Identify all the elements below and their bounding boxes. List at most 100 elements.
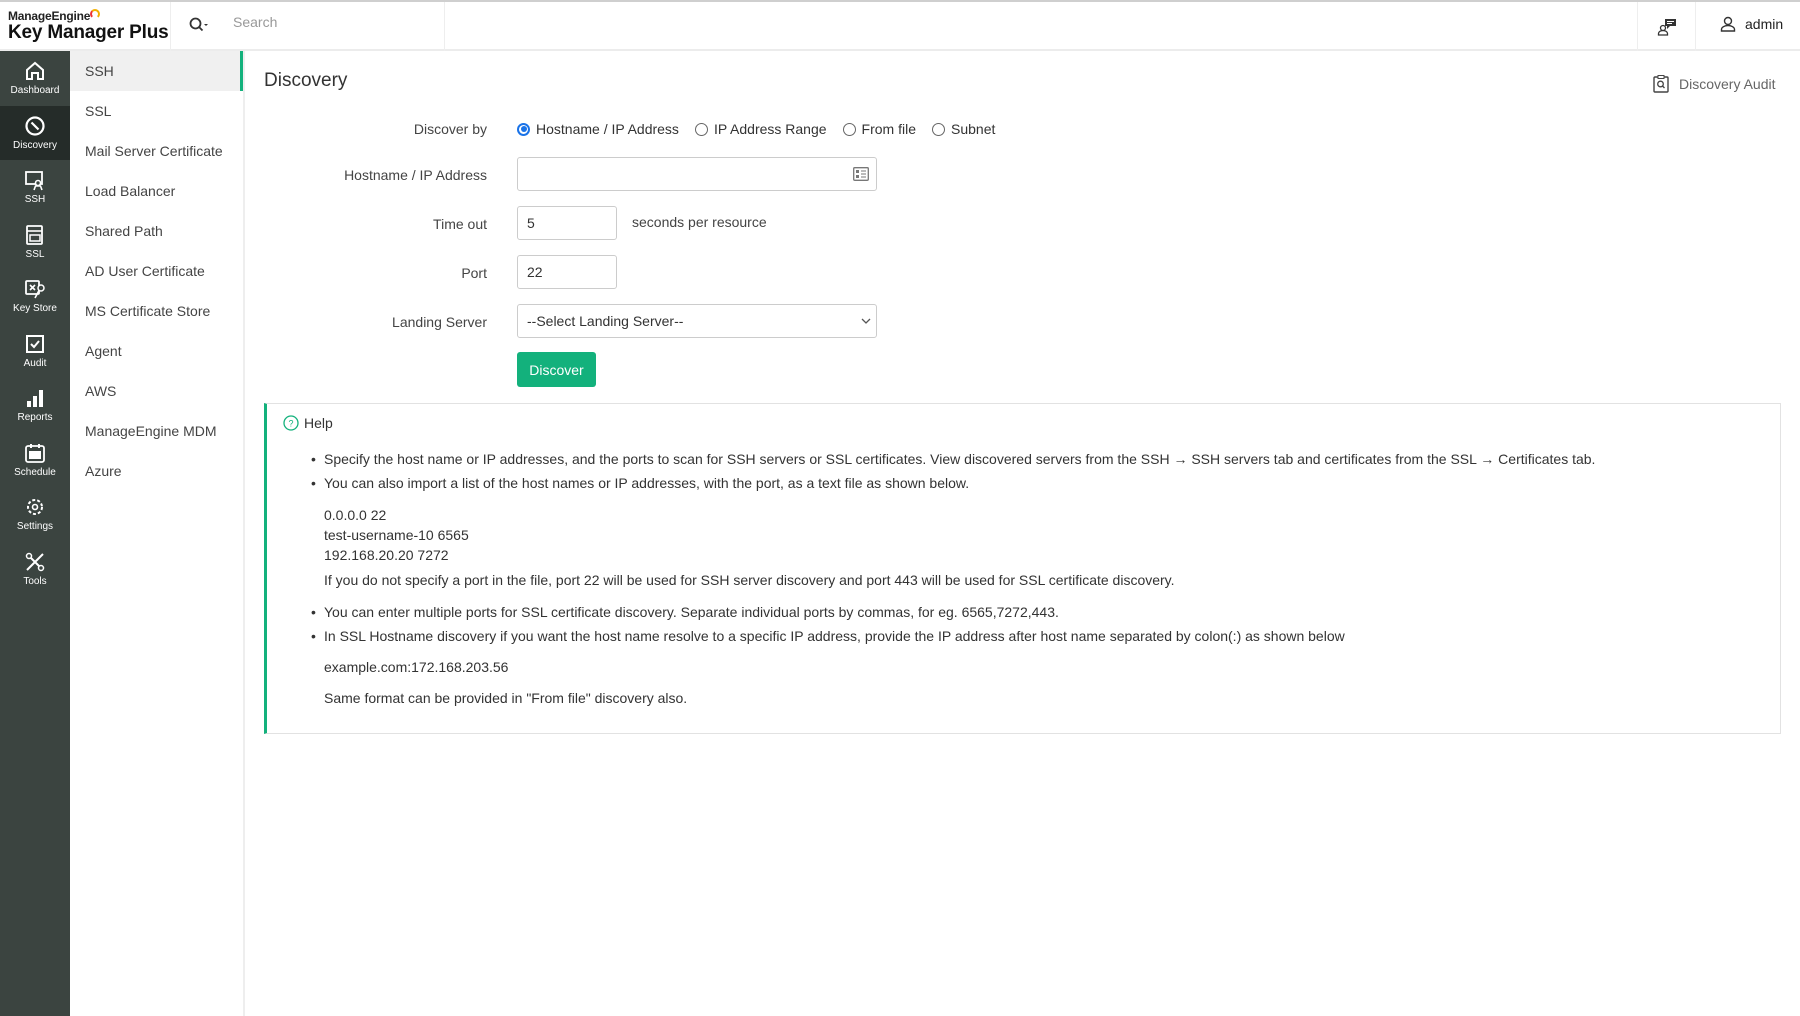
help-bullet: You can also import a list of the host n…: [311, 475, 969, 491]
nav-discovery[interactable]: Discovery: [0, 105, 70, 160]
radio-unchecked-icon: [842, 122, 856, 136]
submenu-agent[interactable]: Agent: [70, 331, 243, 371]
username: admin: [1745, 16, 1784, 32]
radio-hostname-ip[interactable]: Hostname / IP Address: [517, 121, 679, 137]
page-title: Discovery: [264, 70, 348, 91]
help-header: ? Help: [283, 415, 333, 431]
submenu-load-balancer[interactable]: Load Balancer: [70, 171, 243, 211]
nav-label: Tools: [23, 575, 47, 587]
ssl-icon: [26, 224, 43, 245]
radio-unchecked-icon: [694, 122, 708, 136]
radio-label: Subnet: [951, 121, 996, 137]
compass-icon: [25, 116, 45, 136]
user-icon: [1720, 16, 1736, 32]
landing-server-select[interactable]: --Select Landing Server--: [517, 304, 877, 338]
nav-key-store[interactable]: Key Store: [0, 269, 70, 324]
logo-arc-icon: [90, 9, 100, 19]
home-icon: [26, 61, 44, 81]
search-input[interactable]: [233, 14, 433, 30]
timeout-input[interactable]: 5: [517, 206, 617, 240]
submenu-mail-server-certificate[interactable]: Mail Server Certificate: [70, 131, 243, 171]
nav-schedule[interactable]: Schedule: [0, 433, 70, 488]
help-bullet: You can enter multiple ports for SSL cer…: [311, 604, 1059, 620]
help-icon: ?: [283, 415, 299, 431]
nav-dashboard[interactable]: Dashboard: [0, 51, 70, 106]
discovery-audit-label: Discovery Audit: [1679, 76, 1776, 92]
nav-label: Audit: [23, 357, 47, 369]
nav-label: SSL: [25, 248, 45, 260]
hostname-label: Hostname / IP Address: [344, 167, 487, 183]
address-book-icon[interactable]: [853, 167, 869, 181]
submenu-shared-path[interactable]: Shared Path: [70, 211, 243, 251]
nav-ssh[interactable]: SSH: [0, 160, 70, 215]
radio-label: IP Address Range: [713, 121, 827, 137]
help-bullet: Specify the host name or IP addresses, a…: [311, 451, 1595, 467]
clipboard-search-icon: [1653, 75, 1669, 93]
submenu-manageengine-mdm[interactable]: ManageEngine MDM: [70, 411, 243, 451]
svg-text:?: ?: [288, 419, 293, 429]
help-panel: ? Help Specify the host name or IP addre…: [264, 403, 1781, 734]
help-example-line: example.com:172.168.203.56: [324, 659, 509, 675]
audit-icon: [26, 334, 44, 353]
discover-by-radio-group: Hostname / IP Address IP Address Range F…: [517, 121, 995, 137]
key-store-icon: [25, 280, 45, 299]
nav-audit[interactable]: Audit: [0, 324, 70, 379]
nav-label: Discovery: [13, 139, 57, 151]
nav-reports[interactable]: Reports: [0, 378, 70, 433]
submenu-azure[interactable]: Azure: [70, 451, 243, 491]
gear-icon: [27, 499, 43, 516]
nav-label: Settings: [16, 521, 54, 533]
nav-tools[interactable]: Tools: [0, 542, 70, 597]
nav-label: SSH: [24, 194, 46, 206]
search-icon[interactable]: [189, 17, 209, 38]
discover-button[interactable]: Discover: [517, 352, 596, 387]
submenu-aws[interactable]: AWS: [70, 371, 243, 411]
discover-by-label: Discover by: [413, 121, 487, 137]
landing-server-value: --Select Landing Server--: [527, 313, 684, 329]
user-menu[interactable]: admin: [1720, 16, 1783, 32]
top-bar: ManageEngine Key Manager Plus admin: [0, 0, 1800, 51]
hostname-input[interactable]: [517, 157, 877, 191]
nav-ssl[interactable]: SSL: [0, 215, 70, 270]
ssh-icon: [25, 171, 43, 191]
submenu-ssl[interactable]: SSL: [70, 91, 243, 131]
help-bullet: In SSL Hostname discovery if you want th…: [311, 628, 1345, 644]
help-note: Same format can be provided in "From fil…: [324, 690, 688, 706]
feedback-button[interactable]: [1637, 2, 1696, 51]
radio-label: Hostname / IP Address: [536, 121, 679, 137]
nav-label: Reports: [17, 412, 53, 424]
logo[interactable]: ManageEngine Key Manager Plus: [8, 9, 169, 44]
radio-label: From file: [861, 121, 916, 137]
radio-unchecked-icon: [932, 122, 945, 136]
help-title: Help: [304, 415, 333, 431]
timeout-label: Time out: [433, 216, 487, 232]
tools-icon: [25, 552, 45, 571]
help-example-line: 192.168.20.20 7272: [324, 547, 449, 563]
port-input[interactable]: 22: [517, 255, 617, 289]
timeout-value: 5: [527, 215, 535, 231]
radio-subnet[interactable]: Subnet: [932, 121, 995, 137]
main-nav: Dashboard Discovery SSH SSL Key Store Au…: [0, 51, 70, 1016]
calendar-icon: [25, 443, 45, 463]
reports-icon: [27, 390, 43, 408]
nav-label: Key Store: [13, 303, 57, 315]
port-value: 22: [527, 264, 543, 280]
submenu-ad-user-certificate[interactable]: AD User Certificate: [70, 251, 243, 291]
submenu-ssh[interactable]: SSH: [70, 51, 243, 91]
radio-checked-icon: [517, 122, 530, 136]
nav-label: Dashboard: [10, 85, 60, 97]
discovery-submenu: SSH SSL Mail Server Certificate Load Bal…: [70, 51, 245, 1016]
help-example-line: test-username-10 6565: [324, 527, 469, 543]
submenu-ms-certificate-store[interactable]: MS Certificate Store: [70, 291, 243, 331]
chevron-down-icon: [861, 318, 871, 324]
chat-user-icon: [1657, 18, 1676, 36]
search-bar: [170, 2, 445, 51]
brand-small: ManageEngine: [8, 9, 91, 23]
radio-ip-range[interactable]: IP Address Range: [694, 121, 827, 137]
nav-label: Schedule: [14, 466, 56, 478]
radio-from-file[interactable]: From file: [842, 121, 916, 137]
nav-settings[interactable]: Settings: [0, 487, 70, 542]
landing-server-label: Landing Server: [392, 314, 487, 330]
brand-large: Key Manager Plus: [8, 22, 169, 43]
discovery-audit-link[interactable]: Discovery Audit: [1653, 75, 1775, 93]
